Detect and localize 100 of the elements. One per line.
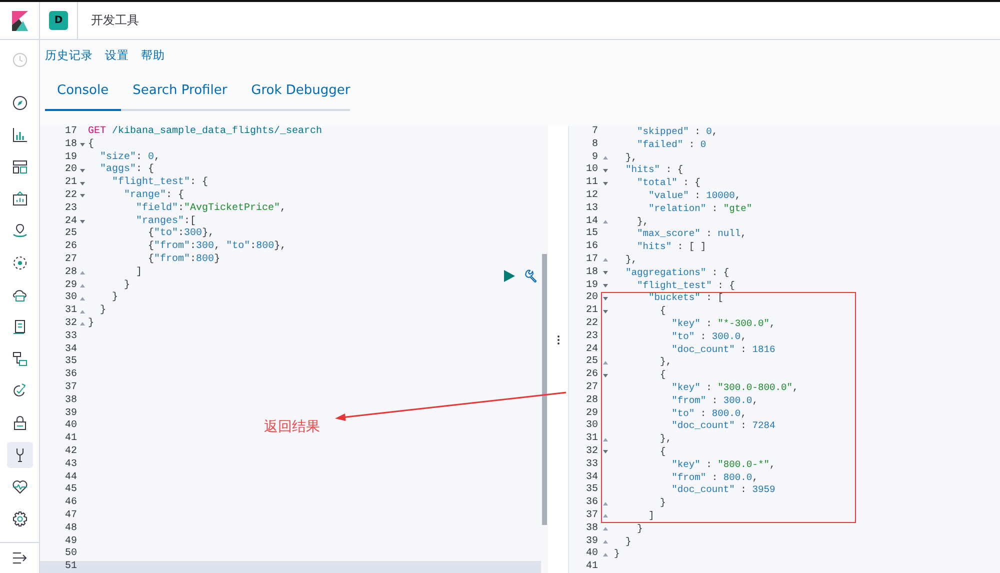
diagram-icon — [12, 351, 28, 367]
code-line: } — [624, 536, 632, 548]
scrollbar-thumb[interactable] — [542, 254, 547, 525]
line-number: 7 — [590, 126, 598, 139]
fold-arrow-icon[interactable] — [603, 374, 608, 378]
line-number: 36 — [64, 369, 77, 382]
line-number: 11 — [584, 177, 598, 190]
fold-arrow-icon[interactable] — [603, 527, 608, 532]
fold-arrow-icon[interactable] — [80, 296, 85, 301]
logo-icon[interactable] — [12, 10, 28, 30]
code-line: "key" : "*-300.0", — [670, 318, 776, 331]
fold-arrow-icon[interactable] — [603, 182, 608, 186]
line-number: 26 — [64, 241, 77, 254]
fold-arrow-icon[interactable] — [603, 271, 608, 276]
fold-arrow-icon[interactable] — [603, 552, 608, 557]
fold-arrow-icon[interactable] — [80, 284, 85, 288]
code-line: { — [88, 138, 94, 152]
line-number: 9 — [590, 152, 598, 164]
line-number: 30 — [584, 420, 598, 433]
line-number: 38 — [584, 522, 598, 536]
fold-arrow-icon[interactable] — [603, 310, 608, 314]
scroll-icon — [12, 319, 28, 335]
line-number: 28 — [584, 394, 598, 408]
line-number: 10 — [584, 164, 598, 177]
code-line: }, — [659, 433, 672, 446]
tab[interactable]: Console — [45, 80, 121, 111]
line-number: 18 — [584, 266, 598, 280]
line-number: 40 — [584, 548, 598, 561]
line-number: 29 — [64, 280, 77, 292]
code-line: "aggregations" : { — [624, 266, 730, 280]
line-number: 14 — [584, 216, 598, 228]
tab[interactable]: Grok Debugger — [239, 80, 362, 111]
code-line: "from" : 300.0, — [670, 394, 758, 408]
fold-arrow-icon[interactable] — [603, 450, 608, 454]
fold-arrow-icon[interactable] — [80, 310, 85, 314]
fold-arrow-icon[interactable] — [603, 438, 608, 442]
bar-chart-icon — [12, 127, 28, 143]
fold-arrow-icon[interactable] — [603, 156, 608, 160]
fold-arrow-icon[interactable] — [80, 143, 85, 148]
fold-arrow-icon[interactable] — [80, 168, 85, 173]
code-line: "doc_count" : 1816 — [670, 344, 776, 356]
fold-arrow-icon[interactable] — [80, 220, 85, 224]
code-line: "doc_count" : 3959 — [670, 484, 776, 498]
clock-icon — [12, 52, 28, 68]
line-number: 25 — [64, 228, 77, 241]
fold-arrow-icon[interactable] — [603, 168, 608, 173]
fold-arrow-icon[interactable] — [603, 540, 608, 544]
tab[interactable]: Search Profiler — [120, 80, 240, 111]
code-line: { — [659, 305, 666, 318]
line-number: 48 — [64, 522, 77, 536]
line-number: 32 — [584, 446, 598, 459]
line-number: 26 — [584, 369, 598, 382]
line-number: 40 — [64, 420, 77, 433]
code-line: } — [659, 497, 666, 510]
fold-arrow-icon[interactable] — [603, 284, 608, 288]
line-number: 24 — [584, 344, 598, 356]
code-line: "field":"AvgTicketPrice", — [135, 202, 286, 216]
resize-handle-icon[interactable] — [556, 334, 560, 344]
fold-arrow-icon[interactable] — [603, 296, 608, 301]
line-number: 15 — [584, 228, 598, 241]
code-line: {"from":800} — [147, 254, 220, 267]
menu-link[interactable]: 历史记录 — [45, 48, 93, 70]
fold-arrow-icon[interactable] — [603, 360, 608, 365]
menu-link[interactable]: 设置 — [105, 48, 129, 70]
code-line: "from" : 800.0, — [670, 472, 758, 484]
line-number: 25 — [584, 356, 598, 369]
code-line: ] — [648, 510, 654, 523]
play-icon[interactable] — [504, 270, 515, 282]
line-number: 17 — [64, 126, 77, 139]
line-number: 29 — [584, 408, 598, 420]
line-number: 34 — [64, 344, 77, 356]
code-line: "aggs": { — [99, 164, 154, 176]
fold-arrow-icon[interactable] — [603, 258, 608, 262]
line-number: 46 — [64, 497, 77, 510]
fold-arrow-icon[interactable] — [80, 194, 85, 198]
fold-arrow-icon[interactable] — [603, 514, 608, 518]
line-number: 20 — [584, 292, 598, 305]
code-line: "total" : { — [636, 177, 700, 190]
code-line: "max_score" : null, — [636, 228, 746, 242]
fold-arrow-icon[interactable] — [603, 220, 608, 224]
code-line: }, — [636, 216, 649, 228]
fold-arrow-icon[interactable] — [80, 182, 85, 186]
check-arrow-icon — [12, 383, 28, 399]
line-number: 19 — [64, 152, 77, 164]
code-line: "skipped" : 0, — [636, 126, 718, 139]
code-line: "flight_test": { — [111, 177, 208, 190]
code-line: }, — [624, 152, 638, 164]
menu-link[interactable]: 帮助 — [141, 48, 165, 70]
fold-arrow-icon[interactable] — [80, 271, 85, 276]
line-number: 35 — [584, 484, 598, 497]
space-avatar[interactable]: D — [49, 11, 68, 30]
fold-arrow-icon[interactable] — [80, 322, 85, 326]
map-pin-icon — [12, 223, 28, 239]
line-number: 21 — [584, 305, 598, 318]
fold-arrow-icon[interactable] — [603, 502, 608, 506]
nav-item[interactable] — [6, 442, 32, 468]
code-line: { — [659, 446, 666, 459]
line-number: 27 — [584, 382, 598, 395]
dashboard-icon — [12, 159, 28, 175]
collapse-menu-icon[interactable] — [12, 552, 26, 564]
